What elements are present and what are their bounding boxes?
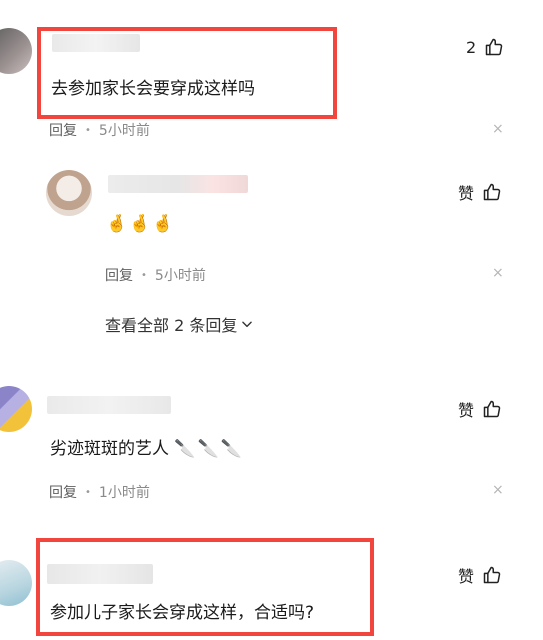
comment-text: 参加儿子家长会穿成这样，合适吗? (50, 603, 315, 623)
avatar[interactable] (0, 560, 32, 606)
comment-meta: 回复 • 5小时前 (105, 268, 206, 284)
view-all-label: 查看全部 2 条回复 (105, 316, 238, 335)
username-blurred[interactable] (47, 396, 171, 414)
like-button[interactable]: 赞 (458, 563, 502, 587)
like-label: 赞 (458, 184, 475, 203)
comment-text: 劣迹斑斑的艺人 🔪🔪🔪 (50, 434, 244, 459)
like-button[interactable]: 赞 (458, 180, 502, 204)
comment-text: 🤞🤞🤞 (106, 214, 176, 234)
avatar[interactable] (46, 170, 92, 216)
like-label: 赞 (458, 401, 475, 420)
close-icon[interactable]: × (492, 121, 504, 137)
timestamp: 5小时前 (98, 123, 150, 139)
timestamp: 1小时前 (98, 485, 150, 501)
like-button[interactable]: 2 (466, 37, 504, 57)
avatar[interactable] (0, 386, 32, 432)
thumbs-up-icon (483, 183, 501, 201)
reply-button[interactable]: 回复 (105, 268, 133, 284)
avatar[interactable] (0, 28, 32, 74)
like-count: 2 (466, 37, 477, 57)
comment-words: 劣迹斑斑的艺人 (50, 439, 169, 459)
timestamp: 5小时前 (154, 268, 206, 284)
highlight-box (37, 27, 337, 119)
knife-emoji: 🔪🔪🔪 (174, 439, 244, 459)
comment-text: 去参加家长会要穿成这样吗 (51, 79, 255, 99)
thumbs-up-icon (483, 400, 501, 418)
view-all-replies-button[interactable]: 查看全部 2 条回复 (105, 312, 254, 336)
close-icon[interactable]: × (492, 265, 504, 281)
reply-button[interactable]: 回复 (49, 123, 77, 139)
username-blurred[interactable] (108, 175, 248, 193)
like-button[interactable]: 赞 (458, 397, 502, 421)
thumbs-up-icon (485, 38, 503, 56)
like-label: 赞 (458, 567, 475, 586)
chevron-down-icon (242, 321, 253, 328)
reply-button[interactable]: 回复 (49, 485, 77, 501)
close-icon[interactable]: × (492, 482, 504, 498)
thumbs-up-icon (483, 566, 501, 584)
comment-meta: 回复 • 1小时前 (49, 485, 150, 501)
comment-meta: 回复 • 5小时前 (49, 123, 150, 139)
